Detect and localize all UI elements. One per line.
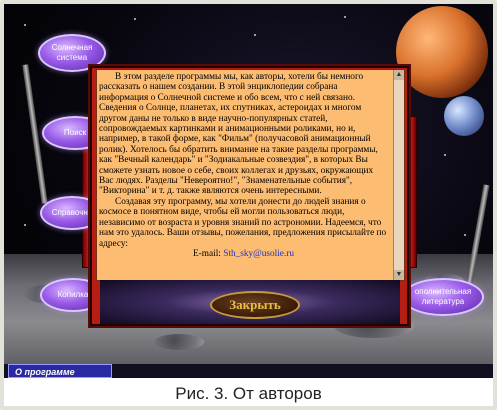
star <box>24 224 26 226</box>
email-label: E-mail: <box>192 248 221 259</box>
about-tab[interactable]: О программе <box>8 364 112 378</box>
close-button[interactable]: Закрыть <box>210 291 300 319</box>
scroll-down-arrow-icon[interactable]: ▼ <box>394 270 404 280</box>
star <box>254 34 256 36</box>
star <box>24 24 26 26</box>
close-button-label: Закрыть <box>229 297 281 312</box>
text-scrollbar[interactable]: ▲ ▼ <box>393 70 404 280</box>
menu-search-label: Поиск <box>63 128 87 137</box>
about-text-panel[interactable]: В этом разделе программы мы, как авторы,… <box>96 69 405 281</box>
planet-blue-image <box>444 96 484 136</box>
menu-literature-label: ополнительная литература <box>414 287 472 306</box>
star <box>464 234 466 236</box>
email-link[interactable]: Sth_sky@usolie.ru <box>223 249 294 259</box>
scroll-up-arrow-icon[interactable]: ▲ <box>394 70 404 80</box>
app-window: Солнечная система Поиск Справочни Копилк… <box>4 4 493 378</box>
email-line: E-mail: Sth_sky@usolie.ru <box>99 249 388 259</box>
about-text: В этом разделе программы мы, как авторы,… <box>99 72 388 259</box>
star <box>444 154 446 156</box>
menu-reference-label: Справочни <box>51 208 93 217</box>
menu-collection-label: Копилка <box>57 290 89 299</box>
star <box>344 16 346 18</box>
crater <box>154 334 204 350</box>
menu-solar-system-label: Солнечная система <box>51 43 93 62</box>
star <box>134 18 136 20</box>
status-bar: О программе <box>4 364 493 378</box>
figure-caption: Рис. 3. От авторов <box>175 384 322 403</box>
about-paragraph-2: Создавая эту программу, мы хотели донест… <box>99 196 387 249</box>
menu-literature-button[interactable]: ополнительная литература <box>402 278 484 316</box>
about-paragraph-1: В этом разделе программы мы, как авторы,… <box>99 72 378 197</box>
